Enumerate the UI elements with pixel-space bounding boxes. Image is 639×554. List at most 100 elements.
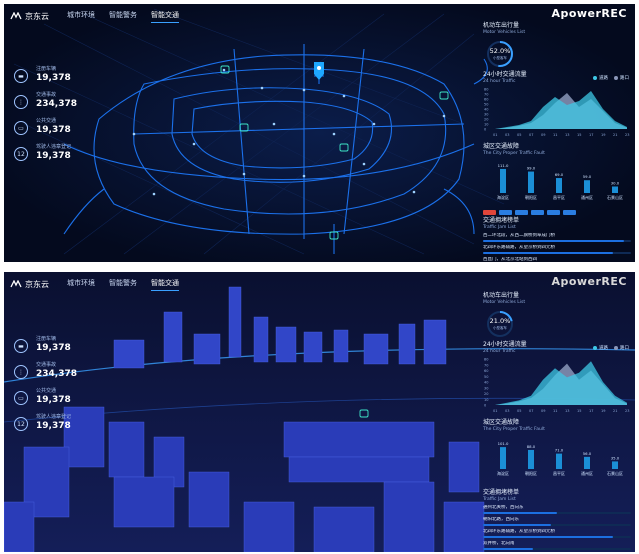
- fault-bar-value: 30.0: [611, 181, 620, 186]
- stat-value: 19,378: [36, 151, 71, 161]
- jam-level-bar: [483, 240, 624, 242]
- bus-icon: ▭: [14, 121, 28, 135]
- fault-tag-row: [483, 210, 631, 215]
- number-12-icon: 12: [14, 147, 28, 161]
- jam-list-item[interactable]: 西直门，从北京北站到西四: [483, 257, 631, 262]
- x-tick-label: 03: [505, 133, 509, 137]
- fault-bar: [612, 186, 618, 193]
- fault-bar-value: 71.0: [555, 448, 564, 453]
- fault-bar: [500, 168, 506, 193]
- jam-title: 交通拥堵榜单: [483, 217, 520, 224]
- jam-level-bar: [483, 252, 614, 254]
- jd-cloud-logo-icon: [10, 12, 22, 20]
- nav-city-environment[interactable]: 城市环境: [67, 10, 95, 22]
- tag-blue[interactable]: [531, 210, 544, 215]
- brand-name: 京东云: [25, 279, 49, 289]
- fault-title: 城区交通故障: [483, 419, 520, 426]
- stat-registered-vehicles: ▬ 注册车辆 19,378: [14, 336, 77, 362]
- jam-level-bar: [483, 512, 557, 514]
- x-tick-label: 15: [577, 409, 581, 413]
- jam-list-item[interactable]: 朝阳北路，西向东: [483, 517, 631, 526]
- top-navigation: 京东云 城市环境 智能警务 智能交通: [10, 276, 193, 292]
- x-tick-label: 01: [493, 409, 497, 413]
- jam-road-name: 通州北关桥，西向东: [483, 505, 524, 510]
- nav-smart-policing[interactable]: 智能警务: [109, 278, 137, 290]
- nav-city-environment[interactable]: 城市环境: [67, 278, 95, 290]
- nav-smart-traffic[interactable]: 智能交通: [151, 278, 179, 291]
- stats-list: ▬ 注册车辆 19,378 ⋮ 交通事故 234,378 ▭ 公共交通 19,378 …: [14, 336, 77, 440]
- fault-category-label: 通州区: [581, 470, 593, 476]
- y-tick-label: 0: [484, 128, 486, 132]
- jam-bar-track: [483, 252, 631, 254]
- legend-junction: 路口: [614, 345, 629, 351]
- x-tick-label: 07: [529, 409, 533, 413]
- jam-list-item[interactable]: 北四环东路辅路，从望京桥到四元桥: [483, 529, 631, 538]
- stat-label: 交通事故: [36, 362, 57, 368]
- brand-logo[interactable]: 京东云: [10, 11, 49, 22]
- jam-list-item[interactable]: 西二环北段，从西二旗桥到阜成门桥: [483, 233, 631, 242]
- traffic-light-icon: ⋮: [14, 365, 28, 379]
- motor-caption: 小型客车: [493, 326, 507, 330]
- y-tick-label: 20: [484, 118, 488, 122]
- stat-public-transport: ▭ 公共交通 19,378: [14, 388, 77, 414]
- traffic24-legend: 道路 路口: [593, 75, 629, 81]
- motor-ring-gauge: 21.0% 小型客车: [485, 309, 515, 339]
- fault-bar: [556, 453, 562, 469]
- stat-value: 234,378: [36, 99, 77, 109]
- car-icon: ▬: [14, 339, 28, 353]
- y-tick-label: 10: [484, 398, 488, 402]
- tag-blue[interactable]: [547, 210, 560, 215]
- fault-bar-value: 99.0: [527, 166, 536, 171]
- fault-bar-value: 111.0: [498, 163, 509, 168]
- y-tick-label: 60: [484, 369, 488, 373]
- stat-value: 19,378: [36, 421, 71, 431]
- stat-value: 234,378: [36, 369, 77, 379]
- jam-level-bar: [483, 548, 534, 550]
- jam-list-item[interactable]: 双井桥，北向南: [483, 541, 631, 550]
- motor-title: 机动车出行量: [483, 22, 520, 29]
- fault-bar-value: 101.0: [498, 441, 509, 446]
- y-tick-label: 20: [484, 392, 488, 396]
- jam-road-name: 西直门，从北京北站到西四: [483, 257, 537, 262]
- nav-smart-traffic[interactable]: 智能交通: [151, 10, 179, 23]
- y-tick-label: 30: [484, 386, 488, 390]
- stat-driver-violations: 12 驾驶人违章登记 19,378: [14, 414, 77, 440]
- x-tick-label: 09: [541, 409, 545, 413]
- x-tick-label: 13: [565, 133, 569, 137]
- x-tick-label: 05: [517, 409, 521, 413]
- jam-list-item[interactable]: 通州北关桥，西向东: [483, 505, 631, 514]
- tag-blue[interactable]: [515, 210, 528, 215]
- fault-bar: [584, 456, 590, 469]
- fault-bar-value: 69.0: [555, 172, 564, 177]
- jam-road-name: 北四环东路辅路，从望京桥到四元桥: [483, 529, 555, 534]
- brand-logo[interactable]: 京东云: [10, 279, 49, 290]
- jam-subtitle: Traffic Jam List: [483, 497, 516, 502]
- jam-list-item[interactable]: 北四环东路辅路，从望京桥到四元桥: [483, 245, 631, 254]
- y-tick-label: 80: [484, 358, 488, 362]
- jam-level-bar: [483, 536, 614, 538]
- motor-percent: 21.0%: [489, 317, 511, 325]
- y-tick-label: 0: [484, 404, 486, 408]
- stat-value: 19,378: [36, 395, 71, 405]
- car-icon: ▬: [14, 69, 28, 83]
- fault-title: 城区交通故障: [483, 143, 520, 150]
- right-info-panel: 机动车出行量 Motor Vehicles List 21.0% 小型客车 24…: [483, 292, 631, 552]
- tag-red[interactable]: [483, 210, 496, 215]
- tag-blue[interactable]: [499, 210, 512, 215]
- fault-category-label: 朝阳区: [525, 194, 537, 200]
- jam-bar-track: [483, 240, 631, 242]
- tag-blue[interactable]: [563, 210, 576, 215]
- fault-category-label: 昌平区: [553, 195, 565, 200]
- jam-road-name: 北四环东路辅路，从望京桥到四元桥: [483, 245, 555, 250]
- traffic-light-icon: ⋮: [14, 95, 28, 109]
- fault-category-label: 石景山区: [607, 470, 623, 476]
- nav-smart-policing[interactable]: 智能警务: [109, 10, 137, 22]
- fault-bar: [584, 180, 590, 193]
- number-12-icon: 12: [14, 417, 28, 431]
- jam-bar-track: [483, 548, 631, 550]
- x-tick-label: 19: [601, 409, 605, 413]
- fault-bar: [556, 178, 562, 193]
- fault-subtitle: The City Proper Traffic Fault: [483, 151, 545, 156]
- stat-label: 公共交通: [36, 118, 57, 124]
- fault-bar-chart: 111.0 海淀区 99.0 朝阳区 69.0 昌平区 59.0 通州区 30.0 石景山区: [497, 163, 623, 200]
